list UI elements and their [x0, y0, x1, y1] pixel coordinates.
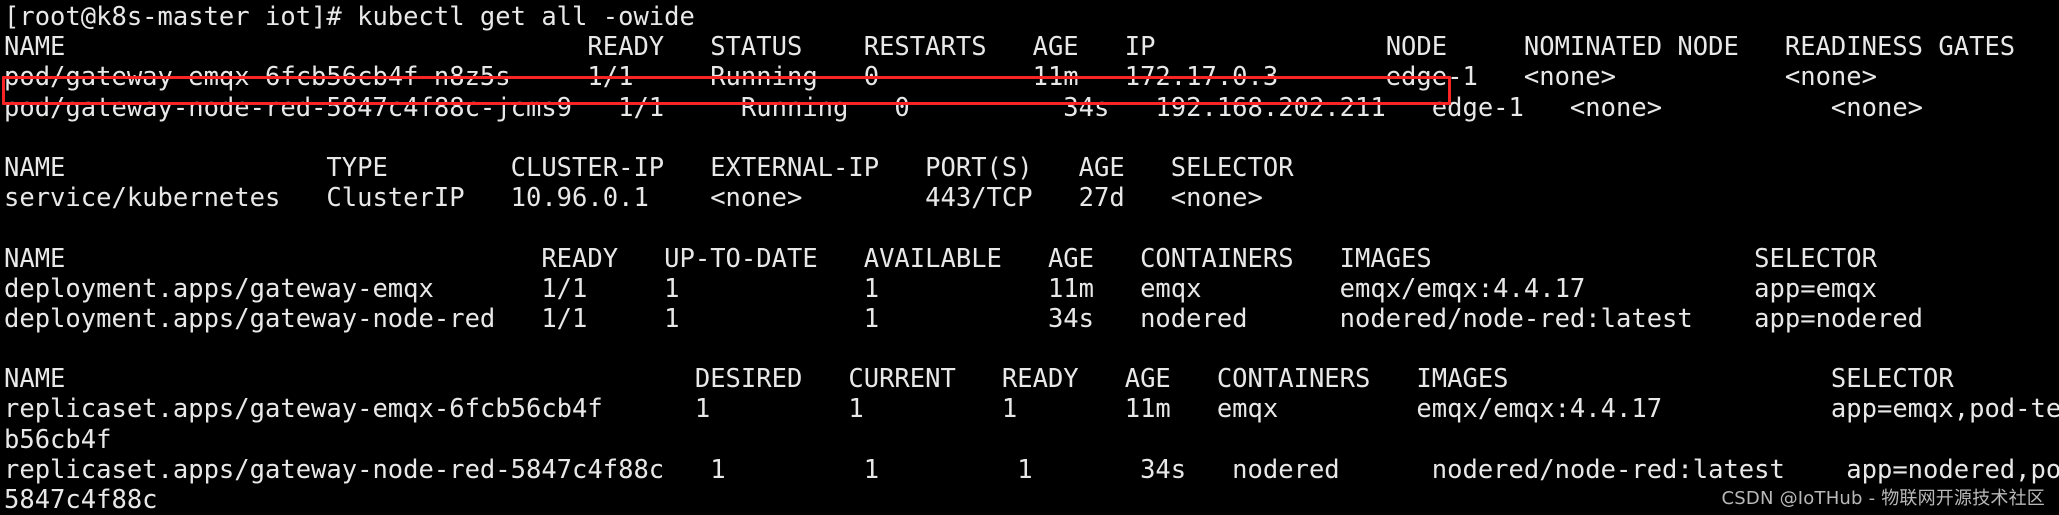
table-row: pod/gateway-emqx-6fcb56cb4f-n8z5s 1/1 Ru… — [4, 62, 1877, 93]
table-row-highlighted: pod/gateway-node-red-5847c4f88c-jcms9 1/… — [4, 92, 1924, 123]
terminal-window[interactable]: [root@k8s-master iot]# kubectl get all -… — [0, 0, 2059, 515]
table-row: replicaset.apps/gateway-emqx-6fcb56cb4f … — [4, 394, 2059, 425]
services-table-header: NAME TYPE CLUSTER-IP EXTERNAL-IP PORT(S)… — [4, 152, 1294, 183]
replicasets-table-header: NAME DESIRED CURRENT READY AGE CONTAINER… — [4, 364, 1954, 395]
watermark-text: CSDN @IoTHub - 物联网开源技术社区 — [1721, 488, 2045, 509]
table-row-wrap: b56cb4f — [4, 424, 112, 455]
terminal-line-prompt: [root@k8s-master iot]# kubectl get all -… — [4, 2, 695, 32]
table-row: replicaset.apps/gateway-node-red-5847c4f… — [4, 454, 2059, 485]
table-row: service/kubernetes ClusterIP 10.96.0.1 <… — [4, 183, 1263, 214]
table-row: deployment.apps/gateway-node-red 1/1 1 1… — [4, 303, 1924, 334]
deployments-table-header: NAME READY UP-TO-DATE AVAILABLE AGE CONT… — [4, 243, 1877, 274]
pods-table-header: NAME READY STATUS RESTARTS AGE IP NODE N… — [4, 32, 2016, 63]
table-row: deployment.apps/gateway-emqx 1/1 1 1 11m… — [4, 273, 1877, 304]
